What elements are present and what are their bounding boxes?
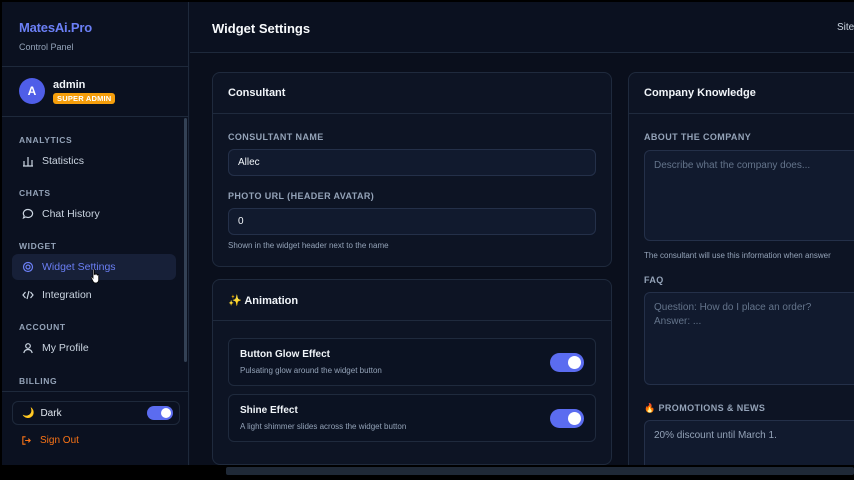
nav-section-billing: BILLING (19, 376, 58, 386)
photo-url-hint: Shown in the widget header next to the n… (228, 241, 389, 250)
sign-out-button[interactable]: Sign Out (21, 435, 79, 446)
theme-switcher[interactable]: 🌙 Dark (12, 401, 180, 425)
moon-icon: 🌙 (22, 407, 35, 419)
consultant-card-title: Consultant (213, 73, 611, 114)
button-glow-toggle[interactable] (550, 353, 584, 372)
shine-effect-title: Shine Effect (240, 405, 298, 416)
sidebar: MatesAi.Pro Control Panel A admin SUPER … (2, 2, 189, 465)
page-title: Widget Settings (212, 21, 311, 36)
nav-section-widget: WIDGET (19, 241, 57, 251)
about-company-hint: The consultant will use this information… (644, 251, 831, 260)
button-glow-title: Button Glow Effect (240, 349, 330, 360)
top-bar: Widget Settings Site (190, 2, 854, 53)
company-knowledge-card: Company Knowledge ABOUT THE COMPANY Desc… (628, 72, 854, 465)
sign-out-icon (22, 436, 31, 445)
divider (2, 116, 189, 117)
sign-out-label: Sign Out (40, 435, 79, 446)
brand-subtitle: Control Panel (19, 42, 74, 52)
theme-label: Dark (40, 407, 62, 419)
sidebar-item-label: Chat History (42, 208, 100, 220)
consultant-name-input[interactable]: Allec (228, 149, 596, 176)
sidebar-item-label: Integration (42, 289, 92, 301)
hand-cursor-icon (90, 268, 100, 284)
gear-icon (21, 261, 34, 274)
role-badge: SUPER ADMIN (53, 93, 116, 104)
avatar: A (19, 78, 45, 104)
sidebar-item-statistics[interactable]: Statistics (12, 148, 176, 174)
sidebar-item-label: Statistics (42, 155, 85, 167)
animation-card: ✨ Animation Button Glow Effect Pulsating… (212, 279, 612, 465)
nav-section-chats: CHATS (19, 188, 51, 198)
app-window: MatesAi.Pro Control Panel A admin SUPER … (2, 2, 854, 465)
chat-bubble-icon (21, 208, 34, 221)
horizontal-scrollbar-thumb[interactable] (226, 467, 854, 475)
about-company-label: ABOUT THE COMPANY (644, 132, 752, 142)
shine-effect-toggle[interactable] (550, 409, 584, 428)
shine-effect-row: Shine Effect A light shimmer slides acro… (228, 394, 596, 442)
promotions-label: 🔥 PROMOTIONS & NEWS (644, 403, 766, 413)
site-link[interactable]: Site (837, 22, 854, 33)
photo-url-input[interactable]: 0 (228, 208, 596, 235)
promotions-textarea[interactable]: 20% discount until March 1. (644, 420, 854, 465)
nav-section-account: ACCOUNT (19, 322, 66, 332)
faq-textarea[interactable]: Question: How do I place an order? Answe… (644, 292, 854, 385)
about-company-textarea[interactable]: Describe what the company does... (644, 150, 854, 241)
animation-card-title: ✨ Animation (213, 280, 611, 321)
user-icon (21, 342, 34, 355)
sidebar-item-my-profile[interactable]: My Profile (12, 335, 176, 361)
nav-section-analytics: ANALYTICS (19, 135, 73, 145)
divider (2, 391, 189, 392)
sidebar-item-label: Widget Settings (42, 261, 116, 273)
divider (2, 66, 189, 67)
button-glow-desc: Pulsating glow around the widget button (240, 366, 382, 375)
consultant-card: Consultant CONSULTANT NAME Allec PHOTO U… (212, 72, 612, 267)
sidebar-scrollbar[interactable] (184, 118, 187, 362)
code-icon (21, 289, 34, 302)
main-content: Widget Settings Site Consultant CONSULTA… (190, 2, 854, 465)
brand-name[interactable]: MatesAi.Pro (19, 20, 92, 35)
bar-chart-icon (21, 155, 34, 168)
shine-effect-desc: A light shimmer slides across the widget… (240, 422, 407, 431)
sidebar-item-integration[interactable]: Integration (12, 282, 176, 308)
company-knowledge-title: Company Knowledge (629, 73, 854, 114)
faq-label: FAQ (644, 275, 664, 285)
user-name: admin (53, 79, 86, 91)
photo-url-label: PHOTO URL (HEADER AVATAR) (228, 191, 375, 201)
sidebar-item-label: My Profile (42, 342, 89, 354)
theme-toggle[interactable] (147, 406, 173, 420)
consultant-name-label: CONSULTANT NAME (228, 132, 324, 142)
button-glow-row: Button Glow Effect Pulsating glow around… (228, 338, 596, 386)
sidebar-item-chat-history[interactable]: Chat History (12, 201, 176, 227)
